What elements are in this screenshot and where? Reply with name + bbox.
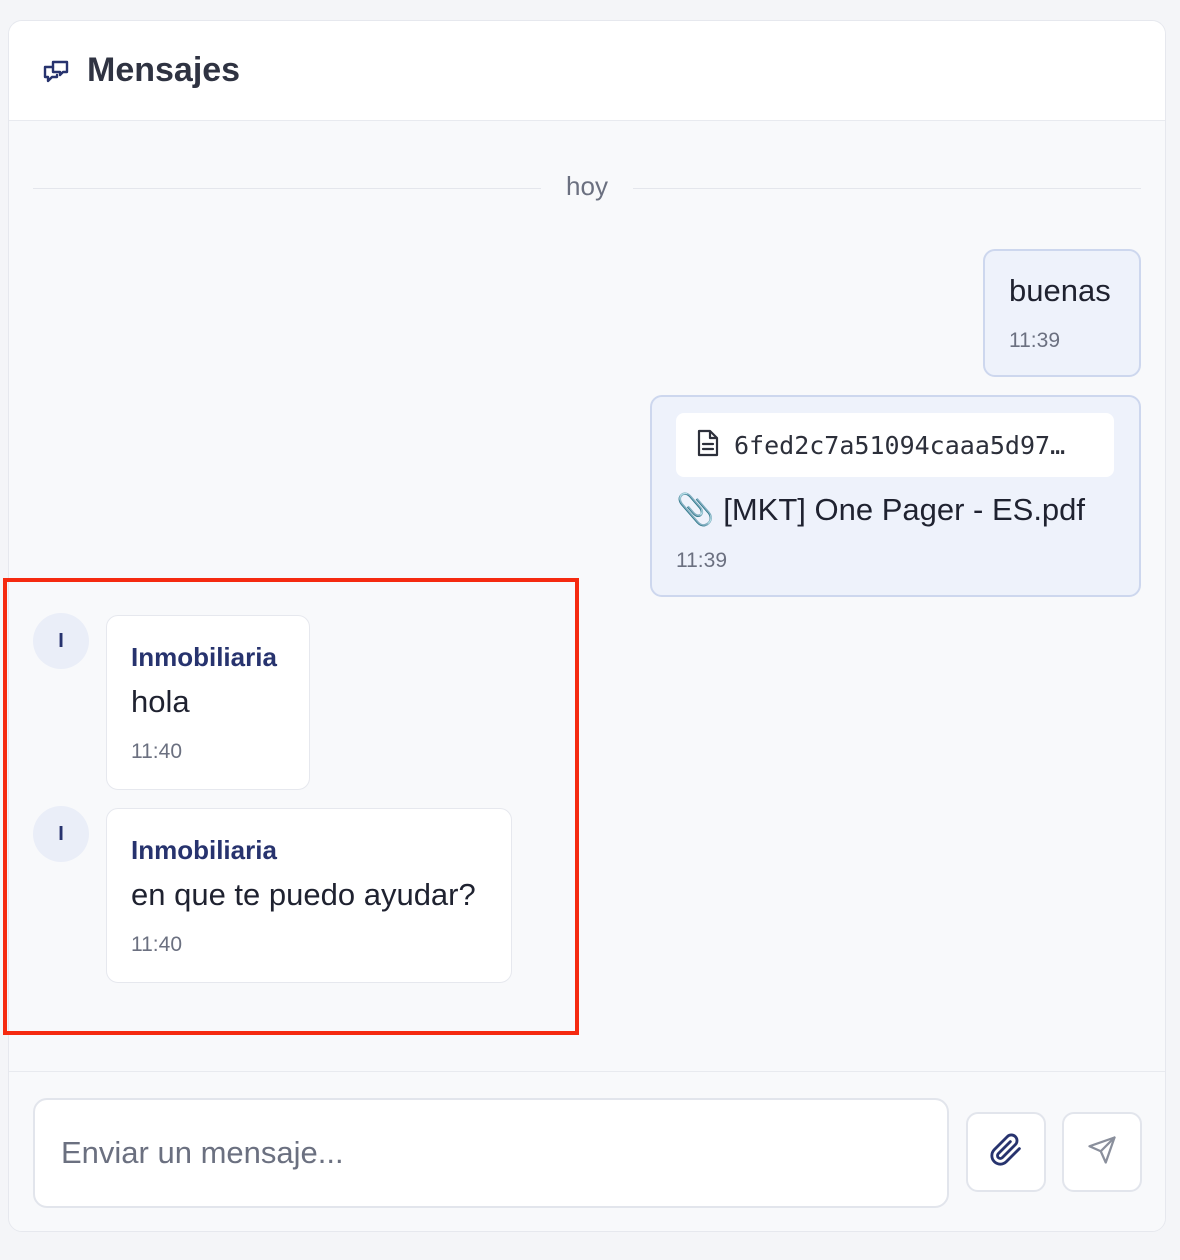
panel-header: Mensajes bbox=[9, 21, 1165, 121]
message-time: 11:40 bbox=[131, 933, 182, 956]
page-title: Mensajes bbox=[87, 51, 241, 89]
divider bbox=[633, 188, 1141, 189]
attachment-line[interactable]: 📎 [MKT] One Pager - ES.pdf bbox=[676, 491, 1085, 528]
send-button[interactable] bbox=[1062, 1112, 1142, 1192]
file-chip[interactable]: 6fed2c7a51094caaa5d97… bbox=[676, 413, 1114, 477]
message-input[interactable]: Enviar un mensaje... bbox=[33, 1098, 949, 1208]
sender-name: Inmobiliaria bbox=[131, 835, 277, 865]
file-name: 6fed2c7a51094caaa5d97… bbox=[734, 430, 1066, 460]
message-bubble-outgoing-file: 6fed2c7a51094caaa5d97… 📎 [MKT] One Pager… bbox=[650, 395, 1141, 597]
attach-button[interactable] bbox=[966, 1112, 1046, 1192]
day-separator: hoy bbox=[33, 169, 1141, 209]
message-time: 11:40 bbox=[131, 740, 182, 763]
sender-name: Inmobiliaria bbox=[131, 642, 277, 672]
divider bbox=[33, 188, 541, 189]
message-time: 11:39 bbox=[1009, 329, 1060, 352]
day-label: hoy bbox=[566, 171, 608, 201]
message-text: en que te puedo ayudar? bbox=[131, 877, 476, 912]
send-icon bbox=[1087, 1135, 1117, 1170]
paperclip-icon bbox=[989, 1133, 1023, 1172]
avatar: I bbox=[33, 806, 89, 862]
message-text: buenas bbox=[1009, 273, 1111, 308]
message-bubble-incoming: Inmobiliaria hola 11:40 bbox=[106, 615, 310, 790]
chat-bubbles-icon bbox=[41, 56, 71, 86]
document-icon bbox=[696, 429, 720, 462]
attachment-name: 📎 [MKT] One Pager - ES.pdf bbox=[676, 492, 1086, 527]
message-text: hola bbox=[131, 684, 190, 719]
messages-panel: Mensajes hoy buenas 11:39 6fed2c7a51094c… bbox=[8, 20, 1166, 1232]
composer: Enviar un mensaje... bbox=[9, 1071, 1165, 1231]
message-bubble-incoming: Inmobiliaria en que te puedo ayudar? 11:… bbox=[106, 808, 512, 983]
message-bubble-outgoing: buenas 11:39 bbox=[983, 249, 1141, 377]
avatar: I bbox=[33, 613, 89, 669]
message-time: 11:39 bbox=[676, 549, 727, 572]
